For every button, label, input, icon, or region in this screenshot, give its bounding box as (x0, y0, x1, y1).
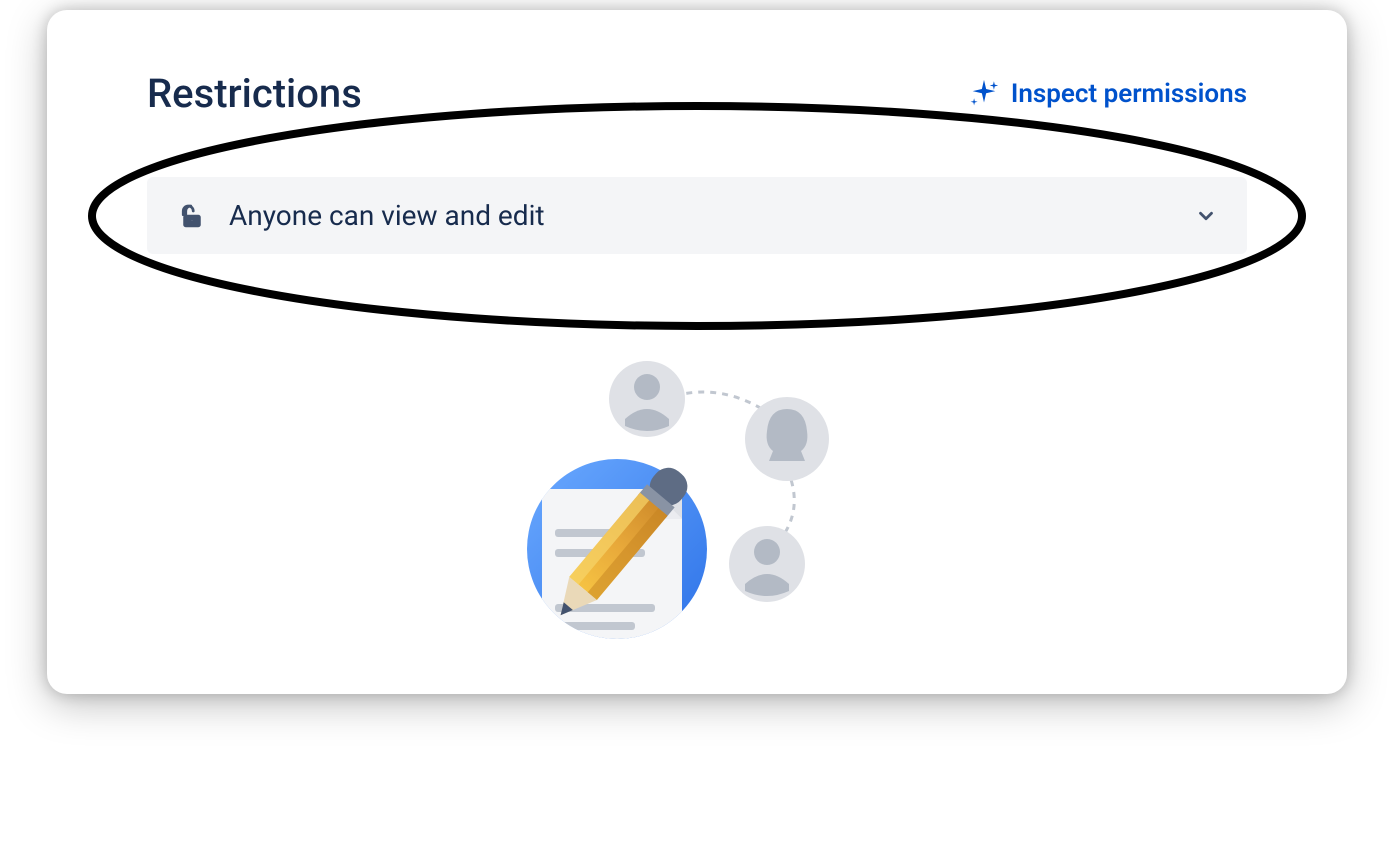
empty-state-illustration (147, 354, 1247, 664)
dropdown-selected-label: Anyone can view and edit (229, 199, 1173, 232)
sparkle-icon (967, 77, 1001, 111)
page-title: Restrictions (147, 70, 362, 117)
restrictions-dropdown[interactable]: Anyone can view and edit (147, 177, 1247, 254)
unlock-icon (177, 201, 207, 231)
inspect-permissions-label: Inspect permissions (1011, 79, 1247, 109)
collaboration-illustration-icon (507, 354, 887, 664)
dropdown-container: Anyone can view and edit (147, 177, 1247, 254)
chevron-down-icon (1195, 205, 1217, 227)
header-row: Restrictions Inspect permissions (147, 70, 1247, 117)
restrictions-panel: Restrictions Inspect permissions Anyone … (47, 10, 1347, 694)
inspect-permissions-link[interactable]: Inspect permissions (967, 77, 1247, 111)
